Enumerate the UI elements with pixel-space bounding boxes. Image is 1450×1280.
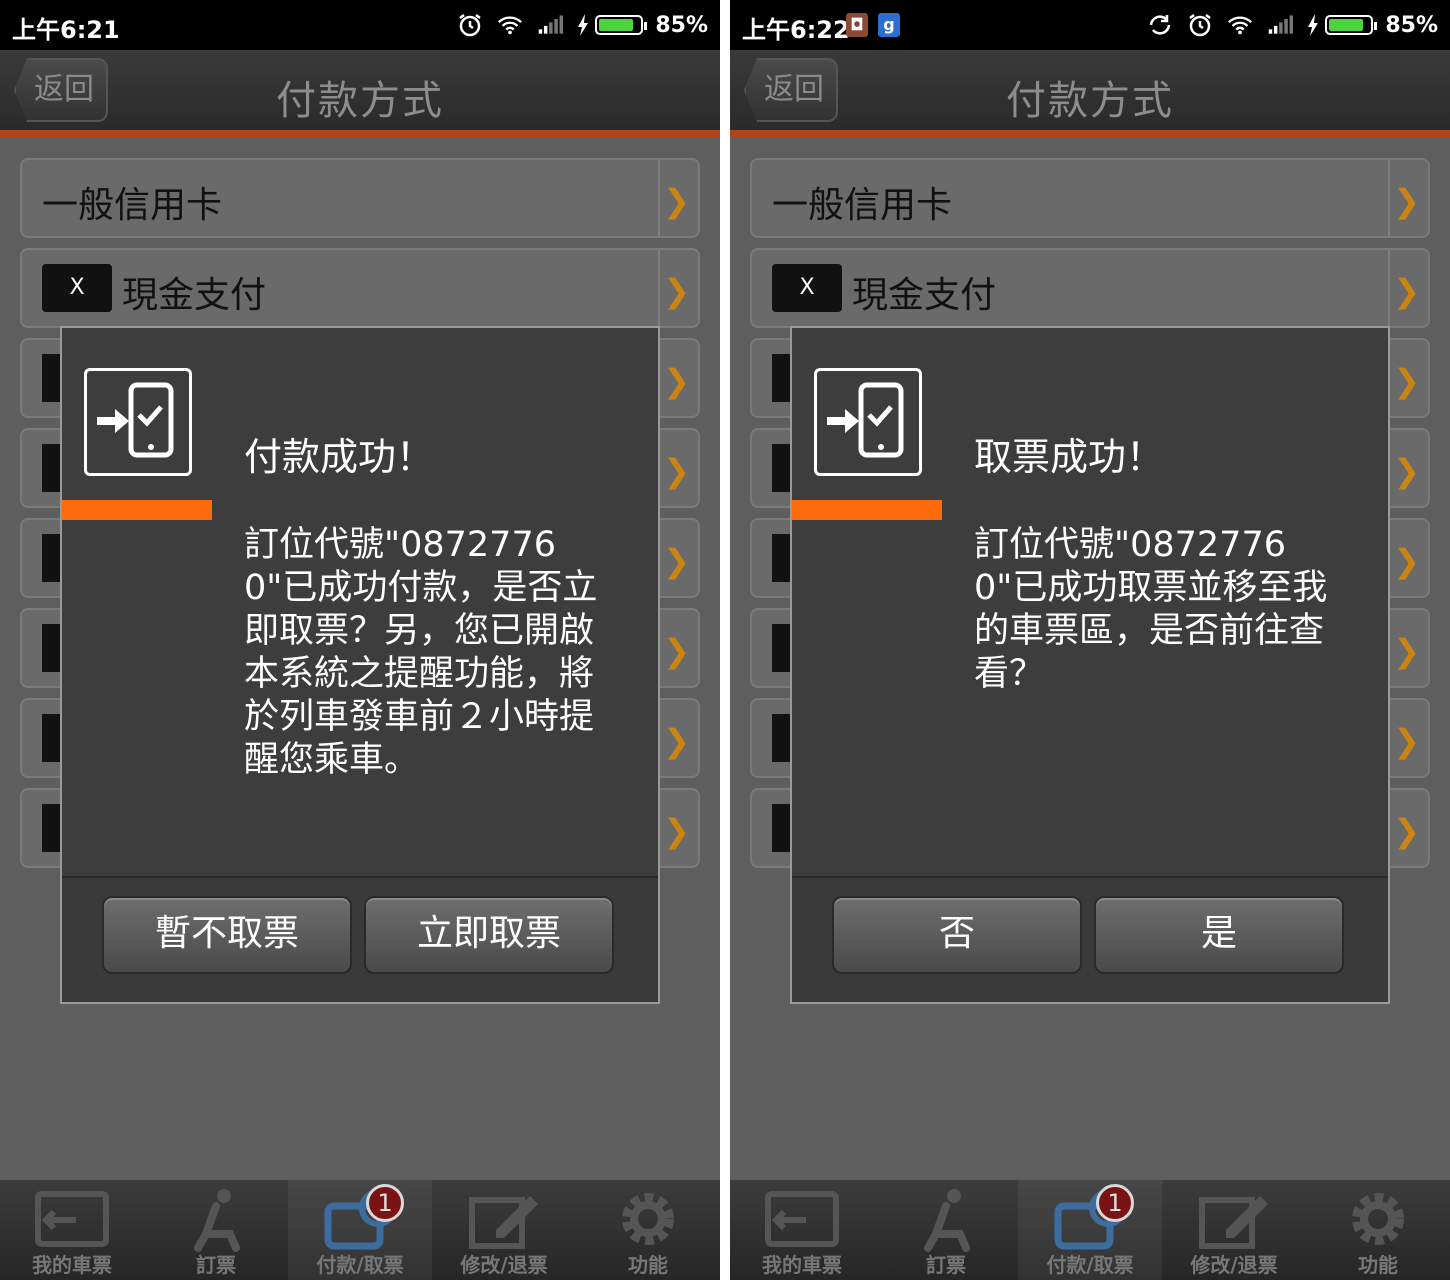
nav-payment[interactable]: $ 1 付款/取票 xyxy=(1018,1180,1162,1280)
chevron-right-icon: ❯ xyxy=(663,182,690,220)
chevron-right-icon: ❯ xyxy=(1393,722,1420,760)
notification-badge: 1 xyxy=(1096,1184,1134,1222)
xcard-icon: X xyxy=(772,264,842,312)
list-item-credit-card[interactable]: 一般信用卡 ❯ xyxy=(750,158,1430,238)
gear-icon xyxy=(622,1193,674,1245)
dialog-title: 付款成功！ xyxy=(244,435,435,479)
screen-pickup-success: 上午6:22 ◘ g 85% 返回 付款方式 一般信用卡 ❯ X 現金支付 ❯ … xyxy=(730,0,1450,1280)
chevron-right-icon: ❯ xyxy=(663,272,690,310)
status-time: 上午6:21 xyxy=(12,16,120,44)
chevron-right-icon: ❯ xyxy=(1393,542,1420,580)
success-dialog: 取票成功！ 訂位代號"08727760"已成功取票並移至我的車票區，是否前往查看… xyxy=(790,326,1390,1004)
signal-icon xyxy=(537,12,564,38)
status-time: 上午6:22 xyxy=(742,16,850,44)
status-icons: 85% xyxy=(457,8,708,42)
no-button[interactable]: 否 xyxy=(832,896,1082,974)
phone-check-icon xyxy=(814,368,922,476)
dialog-message: 訂位代號"08727760"已成功付款，是否立即取票？另，您已開啟本系統之提醒功… xyxy=(244,525,598,780)
screen-payment-success: 上午6:21 85% 返回 付款方式 一般信用卡 ❯ X 現金支付 ❯ ❯ ❯ … xyxy=(0,0,720,1280)
page-title: 付款方式 xyxy=(276,78,444,124)
nav-my-tickets[interactable]: 我的車票 xyxy=(730,1180,874,1280)
header-accent-line xyxy=(0,130,720,137)
list-item-credit-card[interactable]: 一般信用卡 ❯ xyxy=(20,158,700,238)
battery-indicator: 85% xyxy=(577,13,708,38)
status-icons: 85% xyxy=(1147,8,1438,42)
ticket-icon xyxy=(765,1191,839,1247)
nav-functions[interactable]: 功能 xyxy=(1306,1180,1450,1280)
chevron-right-icon: ❯ xyxy=(1393,632,1420,670)
edit-icon xyxy=(469,1196,538,1249)
alarm-icon xyxy=(457,12,483,38)
status-bar: 上午6:21 85% xyxy=(0,0,720,50)
wifi-icon xyxy=(1227,12,1253,38)
chevron-right-icon: ❯ xyxy=(1393,362,1420,400)
dialog-message: 訂位代號"08727760"已成功取票並移至我的車票區，是否前往查看？ xyxy=(974,525,1328,694)
header-accent-line xyxy=(730,130,1450,137)
dialog-accent-bar xyxy=(792,500,942,520)
chevron-right-icon: ❯ xyxy=(663,362,690,400)
status-bar: 上午6:22 ◘ g 85% xyxy=(730,0,1450,50)
page-title: 付款方式 xyxy=(1006,78,1174,124)
bottom-nav: 我的車票 訂票 $ 1 付款/取票 修改/退票 功能 xyxy=(0,1180,720,1280)
seat-icon xyxy=(924,1189,970,1252)
chevron-right-icon: ❯ xyxy=(1393,452,1420,490)
chevron-right-icon: ❯ xyxy=(1393,812,1420,850)
dialog-footer: 暫不取票 立即取票 xyxy=(62,876,658,1002)
list-item-label: 現金支付 xyxy=(122,275,267,316)
chevron-right-icon: ❯ xyxy=(663,452,690,490)
success-dialog: 付款成功！ 訂位代號"08727760"已成功付款，是否立即取票？另，您已開啟本… xyxy=(60,326,660,1004)
chevron-right-icon: ❯ xyxy=(663,632,690,670)
dialog-footer: 否 是 xyxy=(792,876,1388,1002)
signal-icon xyxy=(1267,12,1294,38)
list-item-label: 一般信用卡 xyxy=(42,185,223,226)
edit-icon xyxy=(1199,1196,1268,1249)
nav-modify-refund[interactable]: 修改/退票 xyxy=(1162,1180,1306,1280)
nav-booking[interactable]: 訂票 xyxy=(874,1180,1018,1280)
battery-icon xyxy=(1325,15,1378,35)
nav-my-tickets[interactable]: 我的車票 xyxy=(0,1180,144,1280)
nav-modify-refund[interactable]: 修改/退票 xyxy=(432,1180,576,1280)
google-notification-icon: g xyxy=(878,13,900,37)
sync-icon xyxy=(1147,12,1173,38)
chevron-right-icon: ❯ xyxy=(1393,272,1420,310)
nav-functions[interactable]: 功能 xyxy=(576,1180,720,1280)
nav-booking[interactable]: 訂票 xyxy=(144,1180,288,1280)
dialog-accent-bar xyxy=(62,500,212,520)
list-item-label: 現金支付 xyxy=(852,275,997,316)
list-item-label: 一般信用卡 xyxy=(772,185,953,226)
alarm-icon xyxy=(1187,12,1213,38)
pickup-now-button[interactable]: 立即取票 xyxy=(364,896,614,974)
list-item-cash[interactable]: X 現金支付 ❯ xyxy=(20,248,700,328)
notification-badge: 1 xyxy=(366,1184,404,1222)
battery-indicator: 85% xyxy=(1307,13,1438,38)
list-item-cash[interactable]: X 現金支付 ❯ xyxy=(750,248,1430,328)
skip-pickup-button[interactable]: 暫不取票 xyxy=(102,896,352,974)
ticket-icon xyxy=(35,1191,109,1247)
battery-icon xyxy=(595,15,648,35)
chevron-right-icon: ❯ xyxy=(663,722,690,760)
charging-icon xyxy=(578,14,589,36)
chevron-right-icon: ❯ xyxy=(663,542,690,580)
nav-payment[interactable]: $ 1 付款/取票 xyxy=(288,1180,432,1280)
bottom-nav: 我的車票 訂票 $ 1 付款/取票 修改/退票 功能 xyxy=(730,1180,1450,1280)
gear-icon xyxy=(1352,1193,1404,1245)
phone-check-icon xyxy=(84,368,192,476)
battery-percent: 85% xyxy=(655,12,708,38)
seat-icon xyxy=(194,1189,240,1252)
chevron-right-icon: ❯ xyxy=(663,812,690,850)
battery-percent: 85% xyxy=(1385,12,1438,38)
chevron-right-icon: ❯ xyxy=(1393,182,1420,220)
wifi-icon xyxy=(497,12,523,38)
charging-icon xyxy=(1308,14,1319,36)
app-notification-icon: ◘ xyxy=(846,13,868,37)
dialog-title: 取票成功！ xyxy=(974,435,1165,479)
yes-button[interactable]: 是 xyxy=(1094,896,1344,974)
xcard-icon: X xyxy=(42,264,112,312)
